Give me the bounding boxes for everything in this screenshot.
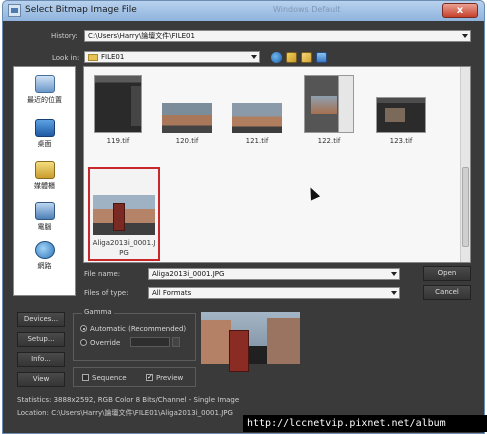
place-label: 電腦 xyxy=(37,223,52,231)
statistics-text: Statistics: 3888x2592, RGB Color 8 Bits/… xyxy=(17,396,240,404)
info-button[interactable]: Info... xyxy=(17,352,65,367)
image-preview xyxy=(201,312,300,384)
place-computer[interactable]: 電腦 xyxy=(14,202,75,232)
file-name: 120.tif xyxy=(175,137,199,145)
chevron-down-icon xyxy=(391,272,397,276)
open-button[interactable]: Open xyxy=(423,266,471,281)
place-libraries[interactable]: 媒體櫃 xyxy=(14,161,75,191)
chevron-down-icon xyxy=(462,34,468,38)
history-label: History: xyxy=(51,32,78,40)
network-icon xyxy=(34,241,55,259)
gamma-automatic-option[interactable]: Automatic (Recommended) xyxy=(80,324,186,333)
mouse-pointer-icon xyxy=(305,185,321,201)
sequence-label: Sequence xyxy=(92,374,127,382)
file-name: 119.tif xyxy=(106,137,130,145)
files-of-type-label: Files of type: xyxy=(84,289,129,297)
watermark-url: http://lccnetvip.pixnet.net/album xyxy=(243,415,487,432)
look-in-label: Look in: xyxy=(52,54,80,62)
back-icon[interactable] xyxy=(271,52,282,63)
view-menu-icon[interactable] xyxy=(316,52,327,63)
location-text: Location: C:\Users\Harry\論壇文件\FILE01\Ali… xyxy=(17,409,233,417)
look-in-value: FILE01 xyxy=(101,53,125,61)
history-value: C:\Users\Harry\論壇文件\FILE01 xyxy=(88,32,195,40)
file-thumbnail xyxy=(162,103,212,133)
file-name-line2: PG xyxy=(119,249,129,257)
file-item[interactable]: 120.tif xyxy=(162,75,212,147)
scrollbar-thumb[interactable] xyxy=(462,167,469,247)
desktop-icon xyxy=(34,119,55,137)
setup-button[interactable]: Setup... xyxy=(17,332,65,347)
places-bar: 最近的位置 桌面 媒體櫃 電腦 網路 xyxy=(13,66,76,296)
chevron-down-icon xyxy=(251,55,257,59)
sequence-option[interactable]: Sequence xyxy=(82,373,127,382)
place-network[interactable]: 網路 xyxy=(14,241,75,271)
file-item[interactable]: 121.tif xyxy=(232,75,282,147)
file-name-value: Aliga2013i_0001.JPG xyxy=(152,270,225,278)
place-recent[interactable]: 最近的位置 xyxy=(14,75,75,105)
sequence-checkbox[interactable] xyxy=(82,374,89,381)
place-label: 網路 xyxy=(37,262,52,270)
new-folder-icon[interactable] xyxy=(301,52,312,63)
select-bitmap-dialog: Select Bitmap Image File Windows Default… xyxy=(2,0,485,434)
options-group: Sequence ✓ Preview xyxy=(73,367,196,387)
gamma-spinner[interactable] xyxy=(172,337,180,347)
file-thumbnail xyxy=(304,75,354,133)
gamma-override-option[interactable]: Override xyxy=(80,338,120,347)
file-item[interactable]: 119.tif xyxy=(94,75,142,147)
radio-selected-icon[interactable] xyxy=(80,325,87,332)
file-name-label: File name: xyxy=(84,270,121,278)
computer-icon xyxy=(34,202,55,220)
file-thumbnail xyxy=(93,195,155,235)
place-label: 媒體櫃 xyxy=(34,182,55,190)
window-title: Select Bitmap Image File xyxy=(25,5,137,15)
file-thumbnail xyxy=(94,75,142,133)
gamma-override-label: Override xyxy=(90,339,121,347)
recent-places-icon xyxy=(34,75,55,93)
cancel-button[interactable]: Cancel xyxy=(423,285,471,300)
gamma-group: Gamma Automatic (Recommended) Override xyxy=(73,308,196,361)
gamma-override-value-field[interactable] xyxy=(130,337,170,347)
file-thumbnail xyxy=(376,97,426,133)
libraries-icon xyxy=(34,161,55,179)
devices-button[interactable]: Devices... xyxy=(17,312,65,327)
look-in-dropdown[interactable]: FILE01 xyxy=(84,51,260,63)
place-label: 桌面 xyxy=(37,140,52,148)
file-name-line1: Aliga2013i_0001.J xyxy=(92,239,156,247)
place-label: 最近的位置 xyxy=(27,96,62,104)
preview-option[interactable]: ✓ Preview xyxy=(146,373,183,382)
background-window-title: Windows Default xyxy=(273,5,341,14)
file-name-input[interactable]: Aliga2013i_0001.JPG xyxy=(148,268,400,280)
close-button[interactable]: x xyxy=(442,3,478,18)
title-bar[interactable]: Select Bitmap Image File Windows Default… xyxy=(3,1,484,21)
radio-icon[interactable] xyxy=(80,339,87,346)
chevron-down-icon xyxy=(391,291,397,295)
preview-checkbox[interactable]: ✓ xyxy=(146,374,153,381)
gamma-automatic-label: Automatic (Recommended) xyxy=(90,325,187,333)
file-name: 121.tif xyxy=(245,137,269,145)
up-folder-icon[interactable] xyxy=(286,52,297,63)
files-of-type-dropdown[interactable]: All Formats xyxy=(148,287,400,299)
file-thumbnail xyxy=(232,103,282,133)
app-icon xyxy=(8,4,21,17)
file-list[interactable]: 119.tif 120.tif 121.tif 122.tif 123.tif xyxy=(83,66,471,263)
preview-label: Preview xyxy=(156,374,184,382)
file-name: 122.tif xyxy=(317,137,341,145)
folder-icon xyxy=(88,53,98,61)
file-name: 123.tif xyxy=(389,137,413,145)
place-desktop[interactable]: 桌面 xyxy=(14,119,75,149)
gamma-title: Gamma xyxy=(82,308,114,316)
files-of-type-value: All Formats xyxy=(152,289,192,297)
file-item[interactable]: 122.tif xyxy=(304,75,354,147)
history-dropdown[interactable]: C:\Users\Harry\論壇文件\FILE01 xyxy=(84,30,471,42)
file-item[interactable]: 123.tif xyxy=(376,75,426,147)
vertical-scrollbar[interactable] xyxy=(460,67,470,262)
file-item-selected[interactable]: Aliga2013i_0001.J PG xyxy=(88,167,160,261)
view-button[interactable]: View xyxy=(17,372,65,387)
